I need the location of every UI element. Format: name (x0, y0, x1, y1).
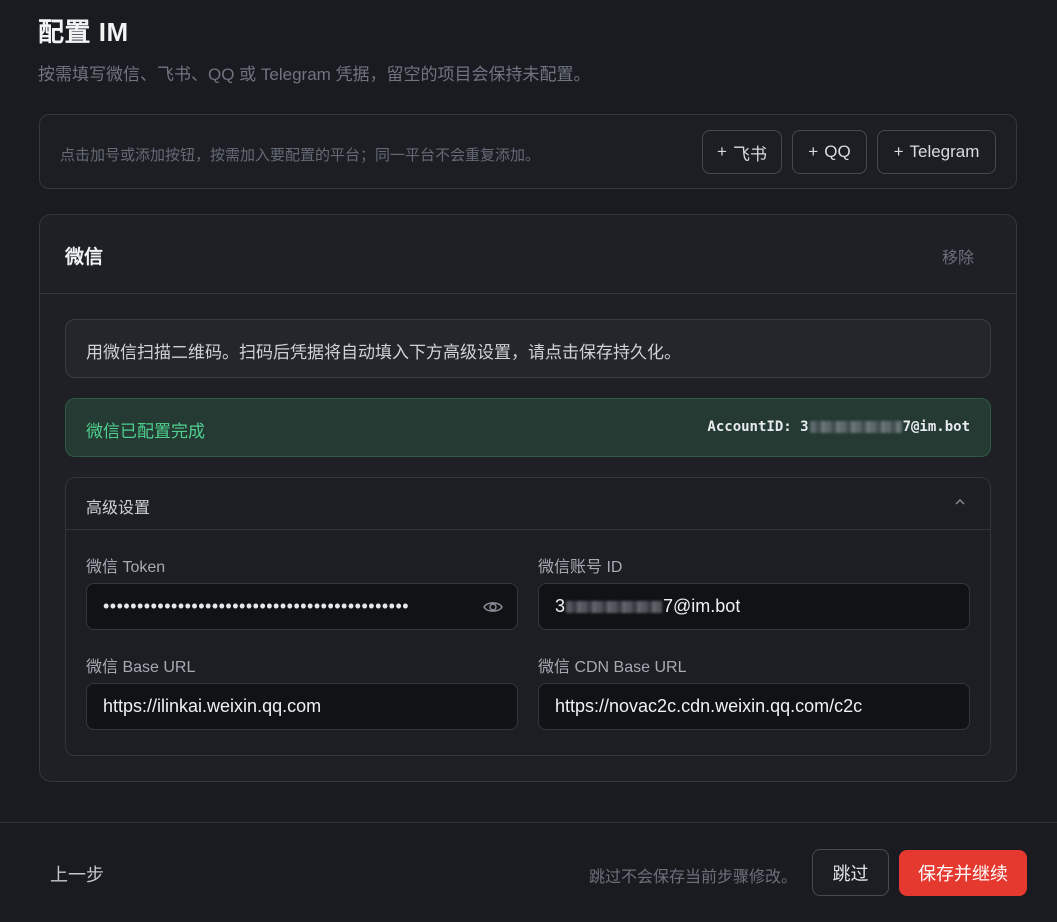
advanced-settings-panel: 高级设置 微信 Token ••••••••••••••••••••••••••… (65, 477, 991, 756)
add-platform-hint: 点击加号或添加按钮，按需加入要配置的平台；同一平台不会重复添加。 (60, 147, 541, 164)
remove-wechat-button[interactable]: 移除 (942, 244, 974, 268)
account-id-field[interactable]: 3 7@im.bot (538, 583, 970, 630)
chevron-up-icon[interactable] (954, 496, 966, 508)
page-subtitle: 按需填写微信、飞书、QQ 或 Telegram 凭据，留空的项目会保持未配置。 (38, 65, 591, 84)
token-field[interactable]: ••••••••••••••••••••••••••••••••••••••••… (86, 583, 518, 630)
wechat-status-box: 微信已配置完成 AccountID: 3 7@im.bot (65, 398, 991, 457)
add-telegram-label: Telegram (909, 142, 980, 161)
base-url-value: https://ilinkai.weixin.qq.com (103, 696, 322, 716)
skip-hint: 跳过不会保存当前步骤修改。 (589, 869, 798, 886)
footer-bar: 上一步 跳过不会保存当前步骤修改。 跳过 保存并继续 (0, 822, 1057, 922)
base-url-label: 微信 Base URL (86, 659, 196, 676)
eye-icon[interactable] (483, 598, 503, 616)
add-feishu-label: 飞书 (732, 144, 767, 164)
plus-icon: + (808, 142, 819, 161)
account-id-display: AccountID: 3 7@im.bot (707, 419, 970, 435)
account-id-field-value: 3 7@im.bot (555, 596, 740, 617)
plus-icon: + (717, 142, 727, 161)
advanced-settings-header[interactable]: 高级设置 (66, 478, 990, 530)
qr-info-box: 用微信扫描二维码。扫码后凭据将自动填入下方高级设置，请点击保存持久化。 (65, 319, 991, 378)
wechat-card: 微信 移除 用微信扫描二维码。扫码后凭据将自动填入下方高级设置，请点击保存持久化… (39, 214, 1017, 782)
wechat-card-title: 微信 (65, 247, 104, 268)
cdn-url-label: 微信 CDN Base URL (538, 659, 687, 676)
account-id-field-label: 微信账号 ID (538, 559, 623, 576)
token-value: ••••••••••••••••••••••••••••••••••••••••… (103, 596, 410, 616)
cdn-url-value: https://novac2c.cdn.weixin.qq.com/c2c (555, 696, 863, 716)
plus-icon: + (893, 142, 904, 161)
redacted-mask (809, 421, 902, 433)
add-telegram-button[interactable]: + Telegram (877, 130, 996, 174)
account-id-prefix: 3 (800, 419, 809, 435)
skip-button[interactable]: 跳过 (812, 849, 889, 896)
account-id-field-prefix: 3 (555, 596, 566, 616)
token-label: 微信 Token (86, 559, 166, 576)
add-qq-button[interactable]: + QQ (792, 130, 867, 174)
add-qq-label: QQ (824, 142, 851, 161)
account-id-label: AccountID: (707, 419, 801, 435)
im-config-page: 配置 IM 按需填写微信、飞书、QQ 或 Telegram 凭据，留空的项目会保… (0, 0, 1057, 922)
account-id-field-suffix: 7@im.bot (663, 596, 741, 616)
cdn-url-field[interactable]: https://novac2c.cdn.weixin.qq.com/c2c (538, 683, 970, 730)
back-button[interactable]: 上一步 (50, 861, 104, 887)
wechat-status-text: 微信已配置完成 (86, 422, 205, 441)
wechat-card-header: 微信 移除 (40, 215, 1016, 294)
add-platform-panel: 点击加号或添加按钮，按需加入要配置的平台；同一平台不会重复添加。 + 飞书 + … (39, 114, 1017, 189)
save-continue-button[interactable]: 保存并继续 (899, 850, 1027, 896)
page-title: 配置 IM (38, 17, 129, 47)
redacted-mask (566, 601, 663, 614)
base-url-field[interactable]: https://ilinkai.weixin.qq.com (86, 683, 518, 730)
account-id-suffix: 7@im.bot (902, 419, 970, 435)
advanced-settings-title: 高级设置 (86, 500, 151, 517)
add-feishu-button[interactable]: + 飞书 (702, 130, 782, 174)
